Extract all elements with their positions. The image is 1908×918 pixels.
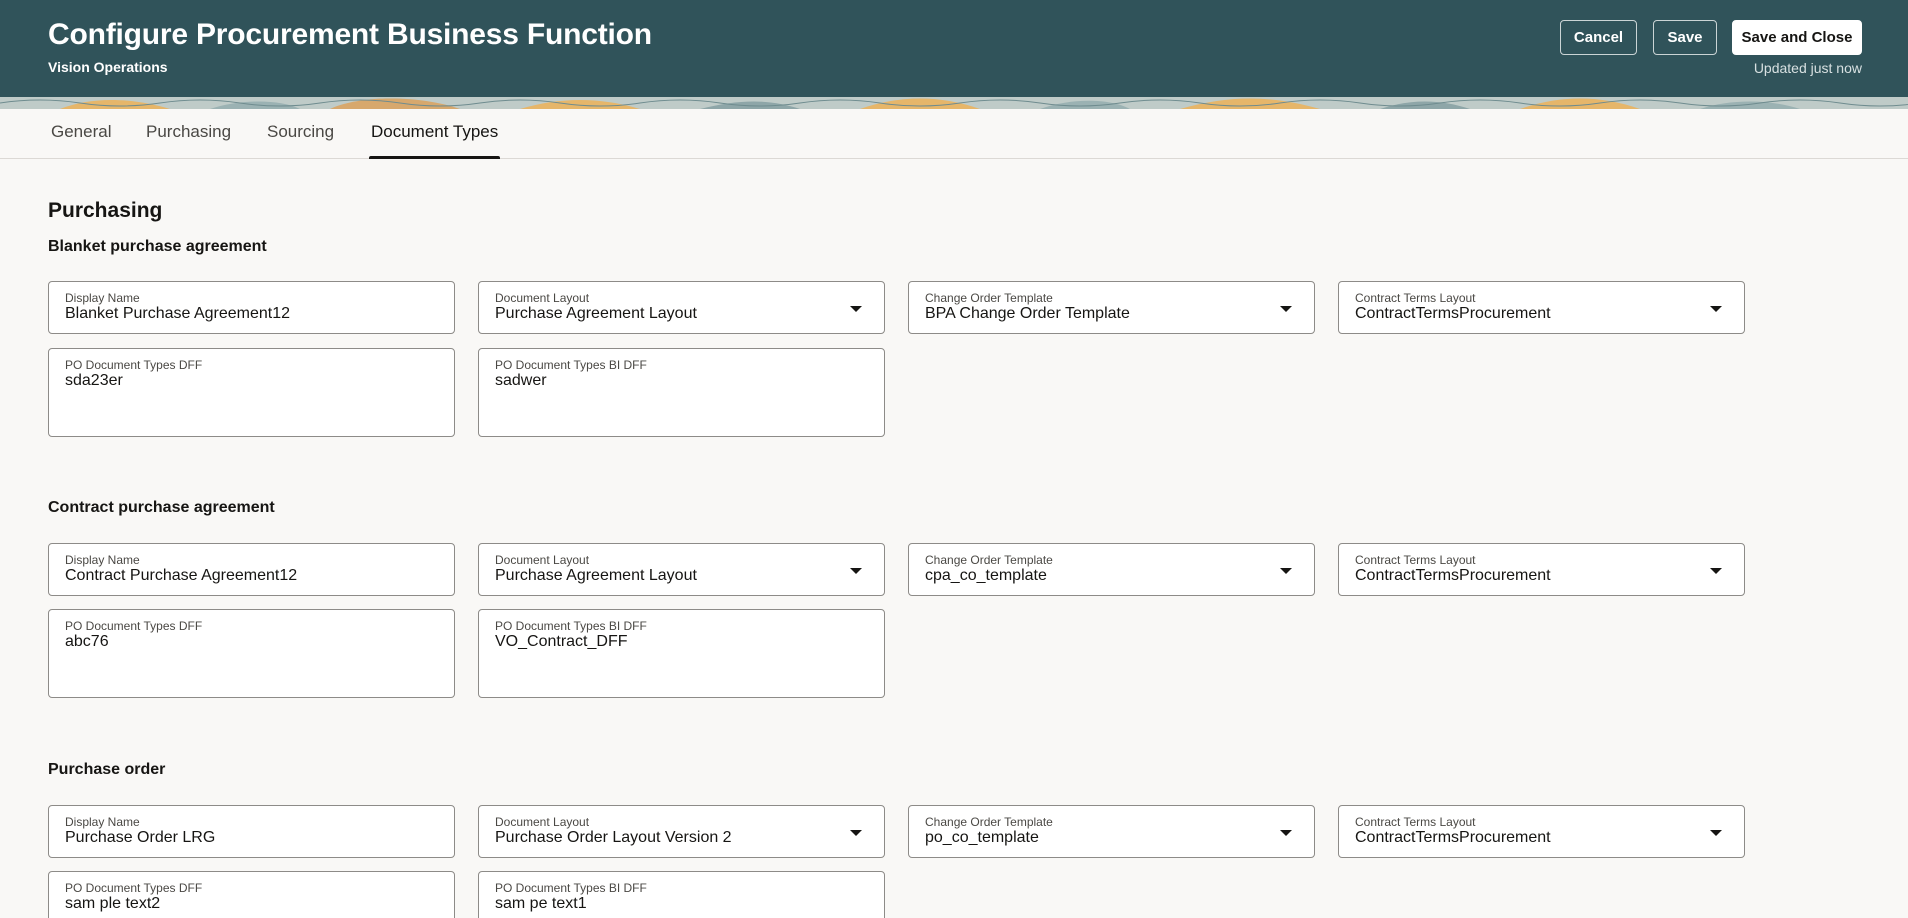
- field-label: PO Document Types DFF: [65, 881, 203, 895]
- field-value: Purchase Order LRG: [65, 829, 216, 846]
- chevron-down-icon[interactable]: [1280, 568, 1292, 574]
- page-header: Configure Procurement Business Function …: [0, 0, 1908, 97]
- section-heading: Purchasing: [48, 199, 163, 222]
- save-and-close-button[interactable]: Save and Close: [1732, 20, 1862, 55]
- field-value: abc76: [65, 633, 109, 650]
- chevron-down-icon[interactable]: [850, 306, 862, 312]
- field-value: ContractTermsProcurement: [1355, 305, 1551, 322]
- po-display-name-field[interactable]: Display Name Purchase Order LRG: [48, 805, 455, 858]
- field-label: PO Document Types BI DFF: [495, 358, 647, 372]
- field-value: ContractTermsProcurement: [1355, 829, 1551, 846]
- field-label: PO Document Types DFF: [65, 619, 203, 633]
- field-value: Purchase Agreement Layout: [495, 305, 697, 322]
- po-change-order-template-select[interactable]: Change Order Template po_co_template: [908, 805, 1315, 858]
- field-label: PO Document Types DFF: [65, 358, 203, 372]
- po-po-dff-field[interactable]: PO Document Types DFF sam ple text2: [48, 871, 455, 918]
- bpa-po-dff-field[interactable]: PO Document Types DFF sda23er: [48, 348, 455, 437]
- bpa-document-layout-select[interactable]: Document Layout Purchase Agreement Layou…: [478, 281, 885, 334]
- cancel-button[interactable]: Cancel: [1560, 20, 1637, 55]
- contract-agreement-title: Contract purchase agreement: [48, 499, 275, 516]
- field-label: Display Name: [65, 815, 140, 829]
- field-label: Document Layout: [495, 291, 590, 305]
- field-label: Display Name: [65, 291, 140, 305]
- tab-purchasing[interactable]: Purchasing: [146, 109, 231, 159]
- field-label: Contract Terms Layout: [1355, 291, 1476, 305]
- field-value: cpa_co_template: [925, 567, 1047, 584]
- field-value: sadwer: [495, 372, 547, 389]
- decorative-banner: [0, 97, 1908, 109]
- page-subtitle: Vision Operations: [48, 59, 168, 75]
- po-contract-terms-layout-select[interactable]: Contract Terms Layout ContractTermsProcu…: [1338, 805, 1745, 858]
- field-label: Contract Terms Layout: [1355, 815, 1476, 829]
- field-label: Document Layout: [495, 553, 590, 567]
- purchase-order-title: Purchase order: [48, 761, 166, 778]
- blanket-agreement-title: Blanket purchase agreement: [48, 238, 267, 255]
- field-label: Contract Terms Layout: [1355, 553, 1476, 567]
- tab-general[interactable]: General: [51, 109, 111, 159]
- bpa-change-order-template-select[interactable]: Change Order Template BPA Change Order T…: [908, 281, 1315, 334]
- field-value: ContractTermsProcurement: [1355, 567, 1551, 584]
- chevron-down-icon[interactable]: [1280, 306, 1292, 312]
- page-title: Configure Procurement Business Function: [48, 18, 652, 51]
- field-value: Blanket Purchase Agreement12: [65, 305, 291, 322]
- chevron-down-icon[interactable]: [1710, 830, 1722, 836]
- bpa-po-bi-dff-field[interactable]: PO Document Types BI DFF sadwer: [478, 348, 885, 437]
- field-label: Change Order Template: [925, 815, 1053, 829]
- cpa-po-dff-field[interactable]: PO Document Types DFF abc76: [48, 609, 455, 698]
- cpa-contract-terms-layout-select[interactable]: Contract Terms Layout ContractTermsProcu…: [1338, 543, 1745, 596]
- field-label: Display Name: [65, 553, 140, 567]
- cpa-document-layout-select[interactable]: Document Layout Purchase Agreement Layou…: [478, 543, 885, 596]
- save-button[interactable]: Save: [1653, 20, 1717, 55]
- field-value: sam ple text2: [65, 895, 161, 912]
- tab-document-types[interactable]: Document Types: [368, 109, 501, 159]
- field-value: sda23er: [65, 372, 123, 389]
- field-label: Change Order Template: [925, 553, 1053, 567]
- field-value: VO_Contract_DFF: [495, 633, 628, 650]
- field-label: Change Order Template: [925, 291, 1053, 305]
- field-label: Document Layout: [495, 815, 590, 829]
- chevron-down-icon[interactable]: [850, 830, 862, 836]
- chevron-down-icon[interactable]: [1280, 830, 1292, 836]
- field-value: Contract Purchase Agreement12: [65, 567, 298, 584]
- field-value: Purchase Order Layout Version 2: [495, 829, 732, 846]
- tab-sourcing[interactable]: Sourcing: [267, 109, 334, 159]
- chevron-down-icon[interactable]: [1710, 568, 1722, 574]
- chevron-down-icon[interactable]: [850, 568, 862, 574]
- cpa-po-bi-dff-field[interactable]: PO Document Types BI DFF VO_Contract_DFF: [478, 609, 885, 698]
- cpa-display-name-field[interactable]: Display Name Contract Purchase Agreement…: [48, 543, 455, 596]
- cpa-change-order-template-select[interactable]: Change Order Template cpa_co_template: [908, 543, 1315, 596]
- field-value: Purchase Agreement Layout: [495, 567, 697, 584]
- banner-pattern-icon: [0, 97, 1908, 109]
- save-status-text: Updated just now: [1753, 60, 1862, 76]
- field-value: sam pe text1: [495, 895, 587, 912]
- field-label: PO Document Types BI DFF: [495, 881, 647, 895]
- bpa-display-name-field[interactable]: Display Name Blanket Purchase Agreement1…: [48, 281, 455, 334]
- field-value: BPA Change Order Template: [925, 305, 1130, 322]
- field-label: PO Document Types BI DFF: [495, 619, 647, 633]
- field-value: po_co_template: [925, 829, 1039, 846]
- tab-bar: General Purchasing Sourcing Document Typ…: [0, 109, 1908, 159]
- po-po-bi-dff-field[interactable]: PO Document Types BI DFF sam pe text1: [478, 871, 885, 918]
- po-document-layout-select[interactable]: Document Layout Purchase Order Layout Ve…: [478, 805, 885, 858]
- bpa-contract-terms-layout-select[interactable]: Contract Terms Layout ContractTermsProcu…: [1338, 281, 1745, 334]
- chevron-down-icon[interactable]: [1710, 306, 1722, 312]
